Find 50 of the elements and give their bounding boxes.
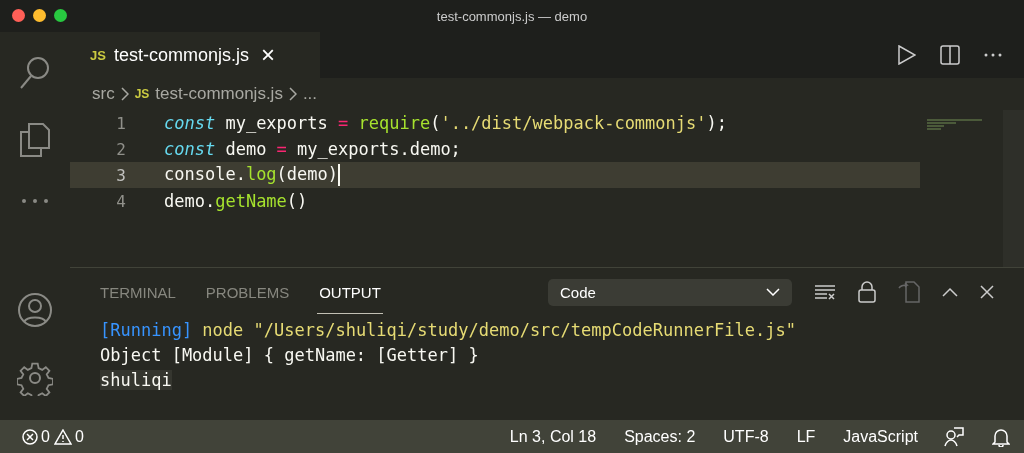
output-line: Object [Module] { getName: [Getter] } (100, 345, 480, 367)
line-number: 2 (115, 139, 126, 159)
file-type-label: JS (134, 87, 150, 101)
close-window-button[interactable] (12, 9, 25, 22)
line-number: 4 (115, 191, 126, 211)
open-file-icon[interactable] (898, 281, 920, 303)
file-type-label: JS (90, 47, 106, 63)
lock-icon[interactable] (858, 281, 876, 303)
close-icon[interactable] (980, 285, 994, 299)
more-actions-icon[interactable] (984, 53, 1002, 57)
status-item[interactable]: JavaScript (843, 427, 918, 446)
breadcrumb-folder[interactable]: src (92, 84, 115, 104)
chevron-down-icon (766, 288, 780, 296)
breadcrumb-more[interactable]: ... (302, 84, 318, 104)
code-line: const my_exports = require('../dist/webpack-commonjs'); (164, 113, 727, 133)
bell-icon[interactable] (992, 426, 1010, 447)
output-channel-dropdown[interactable]: Code (548, 278, 792, 306)
scrollbar[interactable] (1003, 110, 1024, 267)
status-item[interactable]: Spaces: 2 (624, 427, 696, 446)
split-editor-icon[interactable] (940, 45, 960, 65)
panel-tab[interactable]: PROBLEMS (203, 274, 292, 314)
code-line: demo.getName() (164, 191, 308, 211)
feedback-icon[interactable] (944, 426, 964, 447)
editor-tab[interactable]: JS test-commonjs.js × (70, 32, 320, 78)
line-number: 3 (115, 165, 126, 185)
chevron-up-icon[interactable] (942, 287, 958, 297)
error-icon[interactable] (22, 428, 38, 445)
panel-tab[interactable]: OUTPUT (317, 274, 383, 314)
window-title: test-commonjs.js — demo (436, 8, 588, 24)
code-line: console.log(demo) (164, 164, 341, 186)
status-item[interactable]: LF (796, 427, 816, 446)
status-item[interactable]: Ln 3, Col 18 (509, 427, 597, 446)
chevron-right-icon (288, 87, 297, 101)
output-line: [Running] node "/Users/shuliqi/study/demo/src/tempCodeRunnerFile.js" (100, 320, 797, 342)
run-icon[interactable] (898, 45, 916, 65)
clear-output-icon[interactable] (814, 284, 836, 300)
panel-tab[interactable]: TERMINAL (98, 274, 178, 314)
warning-count[interactable]: 0 (74, 427, 84, 446)
chevron-right-icon (120, 87, 129, 101)
text-cursor (338, 164, 341, 186)
code-line: const demo = my_exports.demo; (164, 139, 461, 159)
zoom-window-button[interactable] (54, 9, 67, 22)
close-tab-button[interactable]: × (256, 43, 279, 67)
warning-icon[interactable] (53, 428, 72, 445)
status-item[interactable]: UTF-8 (723, 427, 769, 446)
line-number: 1 (115, 113, 126, 133)
minimize-window-button[interactable] (33, 9, 46, 22)
breadcrumb-file[interactable]: test-commonjs.js (155, 84, 283, 104)
tab-label: test-commonjs.js (113, 44, 249, 66)
error-count[interactable]: 0 (41, 427, 50, 446)
